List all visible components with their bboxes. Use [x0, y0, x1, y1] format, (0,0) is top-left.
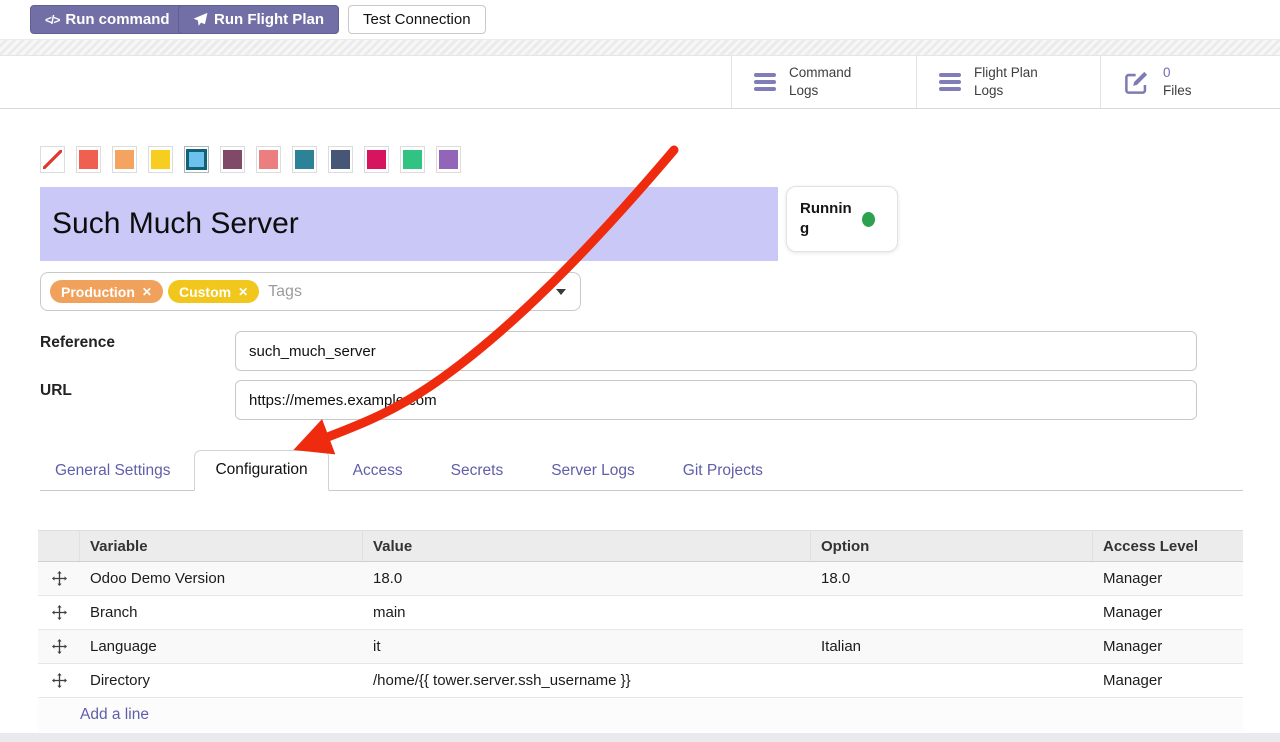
menu-icon: [939, 73, 961, 91]
menu-icon: [754, 73, 776, 91]
tab-configuration[interactable]: Configuration: [194, 450, 328, 491]
tab-access[interactable]: Access: [329, 452, 427, 490]
files-button[interactable]: 0 Files: [1100, 56, 1280, 108]
cell-access-level[interactable]: Manager: [1093, 638, 1243, 655]
tag-label: Custom: [179, 284, 231, 300]
variables-table: Variable Value Option Access Level Odoo …: [38, 530, 1243, 731]
add-line-link[interactable]: Add a line: [80, 706, 149, 724]
color-swatch[interactable]: [148, 146, 173, 173]
no-color-swatch[interactable]: [40, 146, 65, 173]
color-swatch[interactable]: [256, 146, 281, 173]
cell-option[interactable]: 18.0: [811, 570, 1093, 587]
server-name-text: Such Much Server: [52, 207, 299, 241]
server-name-field[interactable]: Such Much Server: [40, 187, 778, 261]
table-row[interactable]: Branchmain Manager: [38, 596, 1243, 630]
drag-handle-icon[interactable]: [38, 639, 80, 654]
test-connection-button[interactable]: Test Connection: [348, 5, 486, 34]
handle-column-header: [38, 531, 80, 561]
url-value: https://memes.example.com: [249, 392, 437, 409]
edit-icon: [1123, 69, 1150, 96]
color-swatch[interactable]: [112, 146, 137, 173]
command-logs-button[interactable]: CommandLogs: [731, 56, 916, 108]
cell-option[interactable]: Italian: [811, 638, 1093, 655]
files-label: 0 Files: [1163, 64, 1192, 99]
cell-value[interactable]: it: [363, 638, 811, 655]
cell-value[interactable]: 18.0: [363, 570, 811, 587]
color-swatch[interactable]: [400, 146, 425, 173]
bottom-strip: [0, 733, 1280, 742]
url-label: URL: [40, 382, 72, 400]
add-line-row: Add a line: [38, 698, 1243, 731]
color-swatch[interactable]: [328, 146, 353, 173]
cell-value[interactable]: /home/{{ tower.server.ssh_username }}: [363, 672, 811, 689]
status-button[interactable]: Running: [786, 186, 898, 252]
cell-access-level[interactable]: Manager: [1093, 604, 1243, 621]
tab-general-settings[interactable]: General Settings: [40, 452, 194, 490]
action-toolbar: </> Run command Run Flight Plan Test Con…: [0, 0, 1280, 39]
table-header: Variable Value Option Access Level: [38, 530, 1243, 562]
command-logs-label: CommandLogs: [789, 64, 851, 99]
table-row[interactable]: Directory/home/{{ tower.server.ssh_usern…: [38, 664, 1243, 698]
cell-variable[interactable]: Branch: [80, 604, 363, 621]
column-header-variable: Variable: [80, 531, 363, 561]
cell-value[interactable]: main: [363, 604, 811, 621]
color-swatch[interactable]: [220, 146, 245, 173]
cell-variable[interactable]: Odoo Demo Version: [80, 570, 363, 587]
url-input[interactable]: https://memes.example.com: [235, 380, 1197, 420]
table-row[interactable]: LanguageitItalianManager: [38, 630, 1243, 664]
tags-placeholder: Tags: [268, 283, 302, 301]
color-swatch[interactable]: [184, 146, 209, 173]
column-header-access-level: Access Level: [1093, 531, 1243, 561]
color-swatch[interactable]: [76, 146, 101, 173]
status-dot-icon: [862, 212, 875, 227]
flight-plan-logs-button[interactable]: Flight PlanLogs: [916, 56, 1100, 108]
tags-field[interactable]: Production ✕ Custom ✕ Tags: [40, 272, 581, 311]
color-palette: [40, 146, 461, 173]
column-header-value: Value: [363, 531, 811, 561]
remove-tag-icon[interactable]: ✕: [238, 285, 248, 299]
chevron-down-icon[interactable]: [556, 289, 566, 295]
color-swatch[interactable]: [364, 146, 389, 173]
tab-server-logs[interactable]: Server Logs: [527, 452, 659, 490]
table-row[interactable]: Odoo Demo Version18.018.0Manager: [38, 562, 1243, 596]
tab-secrets[interactable]: Secrets: [427, 452, 528, 490]
files-count: 0: [1163, 65, 1171, 80]
reference-value: such_much_server: [249, 343, 376, 360]
run-command-button[interactable]: </> Run command: [30, 5, 185, 34]
column-header-option: Option: [811, 531, 1093, 561]
run-flight-plan-button[interactable]: Run Flight Plan: [178, 5, 339, 34]
drag-handle-icon[interactable]: [38, 605, 80, 620]
tag-label: Production: [61, 284, 135, 300]
reference-label: Reference: [40, 334, 115, 352]
test-connection-label: Test Connection: [363, 11, 471, 28]
notebook-tabs: General SettingsConfigurationAccessSecre…: [40, 452, 1243, 491]
run-command-label: Run command: [65, 11, 169, 28]
reference-input[interactable]: such_much_server: [235, 331, 1197, 371]
paper-plane-icon: [193, 12, 208, 27]
flight-plan-logs-label: Flight PlanLogs: [974, 64, 1038, 99]
drag-handle-icon[interactable]: [38, 673, 80, 688]
cell-variable[interactable]: Language: [80, 638, 363, 655]
tag-pill[interactable]: Custom ✕: [168, 280, 259, 303]
run-flight-plan-label: Run Flight Plan: [214, 11, 324, 28]
cell-variable[interactable]: Directory: [80, 672, 363, 689]
color-swatch[interactable]: [292, 146, 317, 173]
texture-divider: [0, 39, 1280, 56]
drag-handle-icon[interactable]: [38, 571, 80, 586]
color-swatch[interactable]: [436, 146, 461, 173]
remove-tag-icon[interactable]: ✕: [142, 285, 152, 299]
server-form-page: </> Run command Run Flight Plan Test Con…: [0, 0, 1280, 742]
tab-git-projects[interactable]: Git Projects: [659, 452, 787, 490]
cell-access-level[interactable]: Manager: [1093, 570, 1243, 587]
code-icon: </>: [45, 13, 59, 27]
table-body: Odoo Demo Version18.018.0ManagerBranchma…: [38, 562, 1243, 698]
control-panel: CommandLogs Flight PlanLogs 0 Files: [0, 56, 1280, 109]
status-label: Running: [800, 199, 854, 240]
cell-access-level[interactable]: Manager: [1093, 672, 1243, 689]
tag-pill[interactable]: Production ✕: [50, 280, 163, 303]
tag-pills: Production ✕ Custom ✕: [50, 280, 259, 303]
